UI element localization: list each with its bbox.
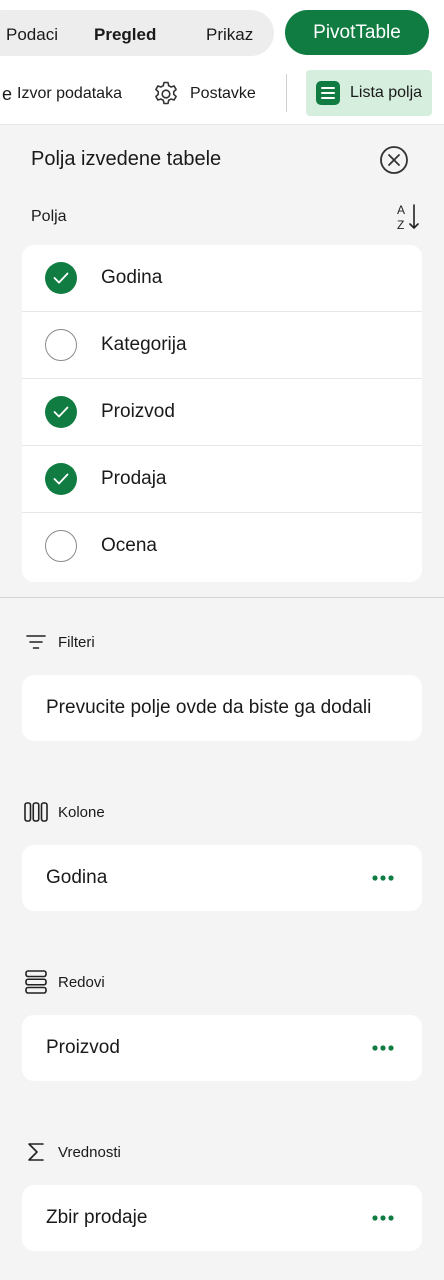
section-divider	[0, 597, 444, 598]
close-icon[interactable]	[379, 145, 409, 175]
field-label: Prodaja	[101, 468, 167, 489]
data-source-truncated-text: e	[2, 83, 13, 104]
columns-icon	[24, 800, 48, 824]
field-label: Proizvod	[101, 401, 175, 422]
field-list-label: Lista polja	[350, 84, 423, 101]
ribbon-toolbar: e Izvor podataka Postavke Lista polja	[0, 64, 444, 125]
more-options-icon[interactable]	[371, 1044, 395, 1052]
values-label: Vrednosti	[58, 1143, 121, 1161]
values-header: Vrednosti	[24, 1140, 121, 1164]
values-field-chip[interactable]: Zbir prodaje	[22, 1185, 422, 1251]
filter-icon	[24, 630, 48, 654]
rows-label: Redovi	[58, 973, 105, 991]
ribbon-tab-bar: Podaci Pregled Prikaz PivotTable	[0, 0, 444, 64]
svg-text:Z: Z	[397, 218, 404, 232]
field-row-prodaja[interactable]: Prodaja	[22, 446, 422, 513]
filters-label: Filteri	[58, 633, 95, 651]
sigma-icon	[24, 1140, 48, 1164]
field-row-proizvod[interactable]: Proizvod	[22, 379, 422, 446]
field-list-button[interactable]: Lista polja	[306, 70, 432, 116]
svg-text:A: A	[397, 203, 405, 217]
checkbox-checked-icon[interactable]	[45, 396, 77, 428]
rows-field-value: Proizvod	[46, 1037, 120, 1058]
fields-section-label: Polja	[31, 208, 67, 225]
settings-label: Postavke	[190, 85, 256, 102]
checkbox-checked-icon[interactable]	[45, 463, 77, 495]
tab-podaci[interactable]: Podaci	[6, 25, 58, 45]
checkbox-unchecked-icon[interactable]	[45, 530, 77, 562]
field-label: Ocena	[101, 535, 157, 556]
rows-field-chip[interactable]: Proizvod	[22, 1015, 422, 1081]
gear-icon	[155, 81, 177, 105]
columns-header: Kolone	[24, 800, 105, 824]
checkbox-checked-icon[interactable]	[45, 262, 77, 294]
columns-label: Kolone	[58, 803, 105, 821]
columns-field-chip[interactable]: Godina	[22, 845, 422, 911]
data-source-label: Izvor podataka	[17, 85, 122, 102]
field-row-godina[interactable]: Godina	[22, 245, 422, 312]
list-icon	[316, 81, 340, 105]
ribbon-separator	[286, 74, 287, 112]
more-options-icon[interactable]	[371, 1214, 395, 1222]
settings-button[interactable]: Postavke	[152, 64, 256, 124]
values-field-value: Zbir prodaje	[46, 1207, 148, 1228]
filters-header: Filteri	[24, 630, 95, 654]
filters-placeholder: Prevucite polje ovde da biste ga dodali	[46, 697, 372, 718]
fields-list: Godina Kategorija Proizvod Prodaja Ocena	[22, 245, 422, 582]
field-label: Kategorija	[101, 334, 187, 355]
field-row-kategorija[interactable]: Kategorija	[22, 312, 422, 379]
rows-header: Redovi	[24, 970, 105, 994]
data-source-button[interactable]: e Izvor podataka	[2, 64, 122, 124]
filters-drop-zone[interactable]: Prevucite polje ovde da biste ga dodali	[22, 675, 422, 741]
field-label: Godina	[101, 267, 163, 288]
tab-pivottable[interactable]: PivotTable	[285, 10, 429, 55]
tab-pivottable-label: PivotTable	[313, 21, 401, 43]
columns-field-value: Godina	[46, 867, 108, 888]
checkbox-unchecked-icon[interactable]	[45, 329, 77, 361]
rows-icon	[24, 970, 48, 994]
more-options-icon[interactable]	[371, 874, 395, 882]
field-row-ocena[interactable]: Ocena	[22, 513, 422, 579]
tab-prikaz[interactable]: Prikaz	[206, 25, 253, 45]
panel-title: Polja izvedene tabele	[31, 148, 222, 170]
sort-az-icon[interactable]: A Z	[395, 202, 421, 232]
tab-pregled[interactable]: Pregled	[94, 25, 156, 45]
